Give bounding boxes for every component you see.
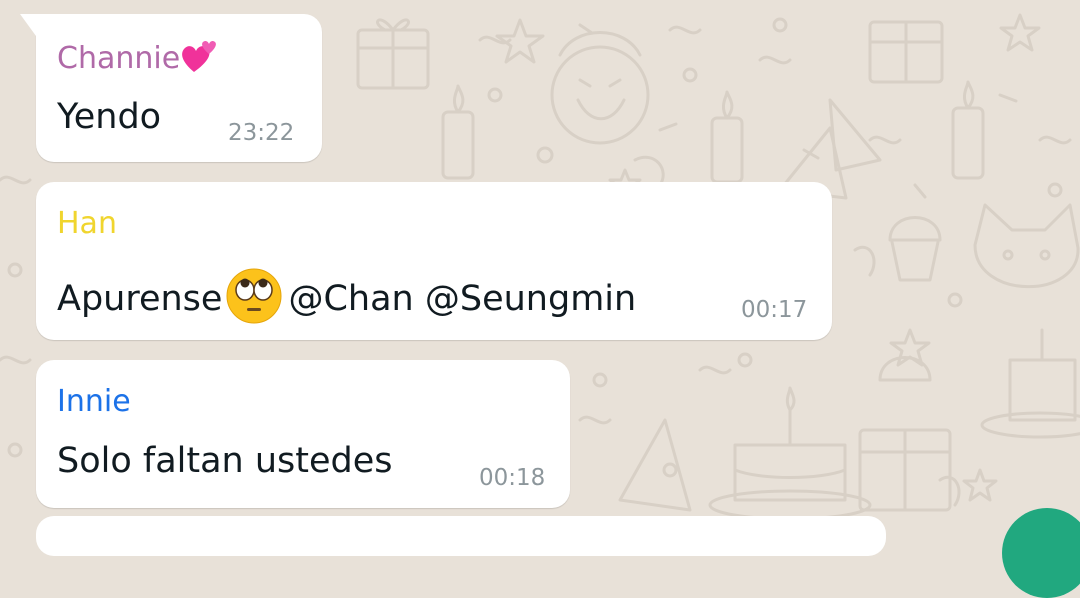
sender-name[interactable]: Han [57,206,117,242]
bubble-tail [20,14,36,36]
message-text: Solo faltan ustedes [57,441,393,481]
message-text: Apurense [57,279,223,319]
sender-name[interactable]: Channie [57,41,180,76]
next-message-bubble[interactable] [36,516,886,556]
two-hearts-icon [182,40,217,72]
sender-name-row: Channie [57,38,220,77]
sender-name[interactable]: Innie [57,384,131,420]
message-time: 23:22 [228,120,295,146]
mention-seungmin[interactable]: @Seungmin [425,279,636,319]
face-with-rolling-eyes-icon [226,268,282,324]
message-text: Yendo [57,97,162,137]
message-time: 00:17 [741,297,808,323]
message-bubble-innie[interactable]: Innie Solo faltan ustedes 00:18 [36,360,570,508]
message-text-row: Apurense @Chan @Seungmin [57,268,636,324]
message-bubble-channie[interactable]: Channie Yendo 23:22 [20,14,322,162]
message-bubble-han[interactable]: Han Apurense @Chan @Seungmin 00:17 [36,182,832,340]
scroll-down-button[interactable] [1002,508,1080,598]
mention-chan[interactable]: @Chan [288,279,413,319]
message-time: 00:18 [479,465,546,491]
